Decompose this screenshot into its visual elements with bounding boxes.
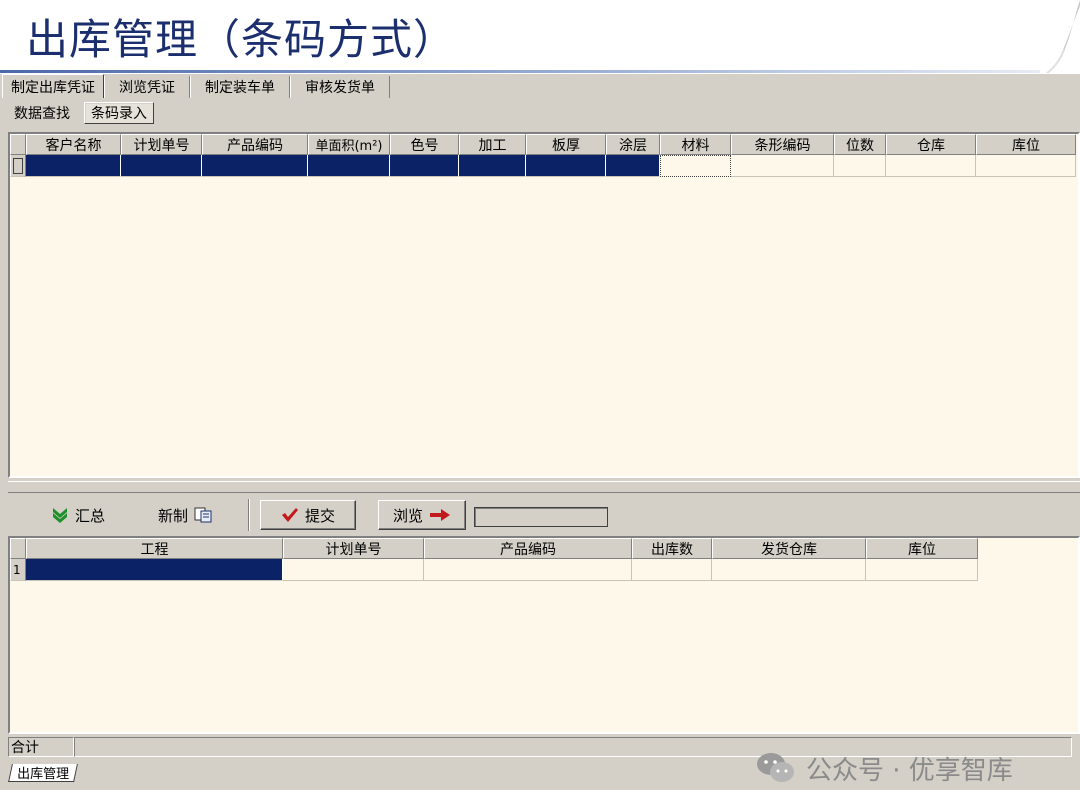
col-header-material[interactable]: 材料 xyxy=(660,134,731,155)
browse-label: 浏览 xyxy=(392,506,423,525)
col-header-unit-area[interactable]: 单面积(m²) xyxy=(308,134,390,155)
bottom-data-grid[interactable]: 工程 计划单号 产品编码 出库数 发货仓库 库位 1 xyxy=(8,536,1080,734)
window-tab-label: 出库管理 xyxy=(17,767,70,782)
col-header-product-code[interactable]: 产品编码 xyxy=(424,538,632,559)
row-header-corner xyxy=(10,538,26,559)
submit-button[interactable]: 提交 xyxy=(260,500,356,530)
table-row[interactable] xyxy=(10,155,1076,177)
tab-review-delivery[interactable]: 审核发货单 xyxy=(290,76,390,98)
arrow-right-icon xyxy=(430,509,450,521)
cell-outbound-qty[interactable] xyxy=(632,559,712,581)
tab-create-loading-list[interactable]: 制定装车单 xyxy=(190,76,290,98)
table-row[interactable]: 1 xyxy=(10,559,978,581)
new-button[interactable]: 新制 xyxy=(146,500,226,530)
col-header-coating[interactable]: 涂层 xyxy=(606,134,660,155)
cell-location[interactable] xyxy=(976,155,1076,177)
total-label: 合计 xyxy=(8,737,74,757)
cell-digits[interactable] xyxy=(834,155,886,177)
subtab-data-search[interactable]: 数据查找 xyxy=(8,102,76,124)
page-curl-decoration xyxy=(1045,0,1080,76)
col-header-location[interactable]: 库位 xyxy=(976,134,1076,155)
sub-tabs: 数据查找 条码录入 xyxy=(8,100,154,126)
row-header-corner xyxy=(10,134,26,155)
col-header-barcode[interactable]: 条形编码 xyxy=(731,134,834,155)
cell-plan-no[interactable] xyxy=(121,155,202,177)
col-header-ship-warehouse[interactable]: 发货仓库 xyxy=(712,538,866,559)
col-header-plan-no[interactable]: 计划单号 xyxy=(283,538,424,559)
cell-barcode[interactable] xyxy=(731,155,834,177)
summary-button[interactable]: 汇总 xyxy=(38,500,118,530)
top-grid-header: 客户名称 计划单号 产品编码 单面积(m²) 色号 加工 板厚 涂层 材料 条形… xyxy=(10,134,1076,155)
col-header-project[interactable]: 工程 xyxy=(26,538,283,559)
checkmark-icon xyxy=(281,508,298,522)
watermark: 公众号 · 优享智库 xyxy=(756,748,1013,788)
col-header-processing[interactable]: 加工 xyxy=(459,134,526,155)
main-tabs: 制定出库凭证 浏览凭证 制定装车单 审核发货单 xyxy=(2,74,390,98)
wechat-icon xyxy=(757,753,794,782)
col-header-product-code[interactable]: 产品编码 xyxy=(202,134,308,155)
cell-warehouse[interactable] xyxy=(886,155,976,177)
copy-document-icon xyxy=(194,507,212,523)
tab-create-voucher[interactable]: 制定出库凭证 xyxy=(2,74,104,98)
cell-plan-no[interactable] xyxy=(283,559,424,581)
tab-browse-voucher[interactable]: 浏览凭证 xyxy=(104,76,190,98)
subtab-barcode-entry[interactable]: 条码录入 xyxy=(84,102,154,124)
col-header-outbound-qty[interactable]: 出库数 xyxy=(632,538,712,559)
submit-label: 提交 xyxy=(304,506,335,525)
cell-ship-warehouse[interactable] xyxy=(712,559,866,581)
cell-coating[interactable] xyxy=(606,155,660,177)
col-header-warehouse[interactable]: 仓库 xyxy=(886,134,976,155)
window-tab-outbound[interactable]: 出库管理 xyxy=(8,764,78,782)
slide: 出库管理（条码方式） 制定出库凭证 浏览凭证 制定装车单 审核发货单 数据查找 … xyxy=(0,0,1080,810)
cell-thickness[interactable] xyxy=(526,155,606,177)
bottom-grid-header: 工程 计划单号 产品编码 出库数 发货仓库 库位 xyxy=(10,538,978,559)
cell-project[interactable] xyxy=(26,559,283,581)
col-header-color-no[interactable]: 色号 xyxy=(390,134,459,155)
cell-material[interactable] xyxy=(660,155,731,177)
grid-splitter[interactable] xyxy=(8,481,1080,493)
col-header-plan-no[interactable]: 计划单号 xyxy=(121,134,202,155)
col-header-customer[interactable]: 客户名称 xyxy=(26,134,121,155)
top-data-grid[interactable]: 客户名称 计划单号 产品编码 单面积(m²) 色号 加工 板厚 涂层 材料 条形… xyxy=(8,132,1080,478)
browse-button[interactable]: 浏览 xyxy=(378,500,466,530)
cell-unit-area[interactable] xyxy=(308,155,390,177)
cell-processing[interactable] xyxy=(459,155,526,177)
new-label: 新制 xyxy=(157,506,188,525)
cell-location[interactable] xyxy=(866,559,978,581)
double-chevron-down-icon xyxy=(52,508,67,523)
summary-label: 汇总 xyxy=(74,506,105,525)
progress-field xyxy=(474,507,608,527)
row-number[interactable]: 1 xyxy=(10,559,26,581)
cell-product-code[interactable] xyxy=(424,559,632,581)
page-title: 出库管理（条码方式） xyxy=(26,15,457,64)
col-header-digits[interactable]: 位数 xyxy=(834,134,886,155)
row-indicator[interactable] xyxy=(10,155,26,177)
watermark-text: 公众号 · 优享智库 xyxy=(806,755,1013,786)
cell-customer[interactable] xyxy=(26,155,121,177)
row-indicator-box xyxy=(13,157,23,174)
cell-product-code[interactable] xyxy=(202,155,308,177)
col-header-location[interactable]: 库位 xyxy=(866,538,978,559)
col-header-thickness[interactable]: 板厚 xyxy=(526,134,606,155)
action-toolbar: 汇总 新制 提交 浏览 xyxy=(8,497,1072,533)
toolbar-separator xyxy=(248,499,250,531)
cell-color-no[interactable] xyxy=(390,155,459,177)
app-window: 制定出库凭证 浏览凭证 制定装车单 审核发货单 数据查找 条码录入 客户名称 计… xyxy=(0,73,1080,790)
